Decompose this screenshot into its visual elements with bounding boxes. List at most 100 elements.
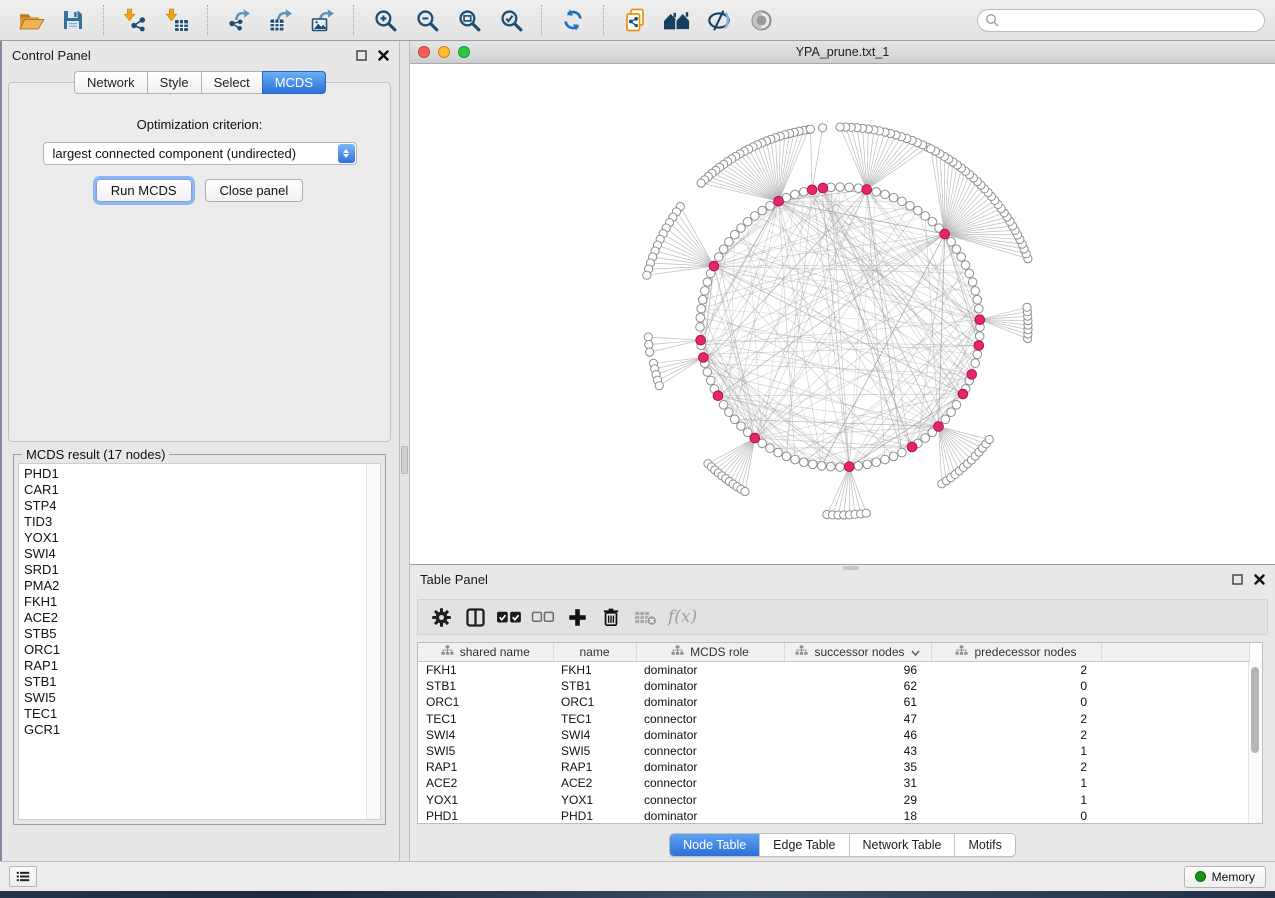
cell-predecessor-nodes[interactable]: 0 [931,678,1101,694]
export-image-button[interactable] [306,4,340,36]
cell-name[interactable]: FKH1 [553,662,636,679]
cell-MCDS-role[interactable]: connector [636,743,784,759]
table-row[interactable]: ORC1ORC1dominator610 [418,694,1250,710]
import-table-button[interactable] [160,4,194,36]
cell-MCDS-role[interactable]: dominator [636,678,784,694]
column-header-predecessor-nodes[interactable]: predecessor nodes [931,643,1101,662]
cell-successor-nodes[interactable]: 47 [784,711,931,727]
table-row[interactable]: ACE2ACE2connector311 [418,775,1250,791]
network-graph[interactable] [410,64,1275,564]
cell-successor-nodes[interactable]: 61 [784,694,931,710]
column-header-MCDS-role[interactable]: MCDS role [636,643,784,662]
cell-shared-name[interactable]: STB1 [418,678,553,694]
close-panel-button[interactable] [378,50,389,61]
float-panel-button[interactable] [356,50,367,61]
memory-button[interactable]: Memory [1184,866,1266,888]
float-table-panel-button[interactable] [1232,574,1243,585]
table-row[interactable]: STB1STB1dominator620 [418,678,1250,694]
column-header-shared-name[interactable]: shared name [418,643,553,662]
cell-MCDS-role[interactable]: connector [636,792,784,808]
horizontal-splitter-grip[interactable] [843,566,859,570]
column-header-successor-nodes[interactable]: successor nodes [784,643,931,662]
cell-name[interactable]: ORC1 [553,694,636,710]
open-file-button[interactable] [14,4,48,36]
cell-MCDS-role[interactable]: connector [636,711,784,727]
cell-name[interactable]: YOX1 [553,792,636,808]
cell-name[interactable]: SWI4 [553,727,636,743]
mcds-result-item[interactable]: RAP1 [24,658,380,674]
window-maximize-button[interactable] [458,46,470,58]
tab-select[interactable]: Select [201,71,263,94]
cell-shared-name[interactable]: YOX1 [418,792,553,808]
table-row[interactable]: TEC1TEC1connector472 [418,711,1250,727]
zoom-selected-button[interactable] [494,4,528,36]
cell-predecessor-nodes[interactable]: 1 [931,792,1101,808]
mcds-result-list[interactable]: PHD1CAR1STP4TID3YOX1SWI4SRD1PMA2FKH1ACE2… [18,463,381,820]
mcds-result-item[interactable]: STB1 [24,674,380,690]
window-minimize-button[interactable] [438,46,450,58]
cell-successor-nodes[interactable]: 43 [784,743,931,759]
cell-shared-name[interactable]: PHD1 [418,808,553,824]
cell-MCDS-role[interactable]: dominator [636,808,784,824]
mcds-result-item[interactable]: SWI4 [24,546,380,562]
tab-network[interactable]: Network [74,71,148,94]
zoom-out-button[interactable] [410,4,444,36]
cell-predecessor-nodes[interactable]: 2 [931,662,1101,679]
cell-successor-nodes[interactable]: 35 [784,759,931,775]
cell-successor-nodes[interactable]: 96 [784,662,931,679]
task-history-button[interactable] [9,866,37,887]
mcds-result-item[interactable]: STB5 [24,626,380,642]
cell-shared-name[interactable]: SWI4 [418,727,553,743]
mcds-result-item[interactable]: PHD1 [24,466,380,482]
cell-shared-name[interactable]: ORC1 [418,694,553,710]
add-column-button[interactable] [562,603,592,631]
mcds-result-item[interactable]: TID3 [24,514,380,530]
cell-predecessor-nodes[interactable]: 0 [931,694,1101,710]
run-mcds-button[interactable]: Run MCDS [96,179,192,202]
mcds-result-item[interactable]: CAR1 [24,482,380,498]
cell-shared-name[interactable]: RAP1 [418,759,553,775]
cell-MCDS-role[interactable]: dominator [636,694,784,710]
tab-mcds[interactable]: MCDS [262,71,326,94]
vertical-splitter[interactable] [399,41,410,861]
close-panel-button-2[interactable]: Close panel [205,179,304,202]
zoom-in-button[interactable] [368,4,402,36]
cell-name[interactable]: TEC1 [553,711,636,727]
table-scrollbar-thumb[interactable] [1251,667,1259,753]
table-scrollbar[interactable] [1248,662,1262,823]
cell-shared-name[interactable]: TEC1 [418,711,553,727]
import-network-button[interactable] [118,4,152,36]
cell-successor-nodes[interactable]: 29 [784,792,931,808]
mcds-result-item[interactable]: SRD1 [24,562,380,578]
cell-predecessor-nodes[interactable]: 2 [931,727,1101,743]
mcds-result-item[interactable]: STP4 [24,498,380,514]
network-graph-canvas[interactable] [410,64,1275,564]
tab-network-table[interactable]: Network Table [850,834,956,856]
mcds-result-item[interactable]: ORC1 [24,642,380,658]
mcds-result-item[interactable]: TEC1 [24,706,380,722]
mcds-result-item[interactable]: PMA2 [24,578,380,594]
save-session-button[interactable] [56,4,90,36]
houses-button[interactable] [660,4,694,36]
table-row[interactable]: SWI4SWI4dominator462 [418,727,1250,743]
cell-successor-nodes[interactable]: 31 [784,775,931,791]
cell-predecessor-nodes[interactable]: 2 [931,759,1101,775]
tab-node-table[interactable]: Node Table [670,834,760,856]
cell-shared-name[interactable]: ACE2 [418,775,553,791]
cell-MCDS-role[interactable]: dominator [636,662,784,679]
mcds-result-item[interactable]: FKH1 [24,594,380,610]
table-row[interactable]: RAP1RAP1dominator352 [418,759,1250,775]
tab-style[interactable]: Style [147,71,202,94]
export-network-button[interactable] [222,4,256,36]
column-header-name[interactable]: name [553,643,636,662]
refresh-view-button[interactable] [556,4,590,36]
toggle-columns-button[interactable] [460,603,490,631]
mcds-result-item[interactable]: YOX1 [24,530,380,546]
cell-successor-nodes[interactable]: 62 [784,678,931,694]
cell-MCDS-role[interactable]: connector [636,775,784,791]
cell-name[interactable]: RAP1 [553,759,636,775]
cell-predecessor-nodes[interactable]: 0 [931,808,1101,824]
mcds-result-item[interactable]: ACE2 [24,610,380,626]
mcds-list-scrollbar[interactable] [366,464,380,819]
cell-successor-nodes[interactable]: 46 [784,727,931,743]
